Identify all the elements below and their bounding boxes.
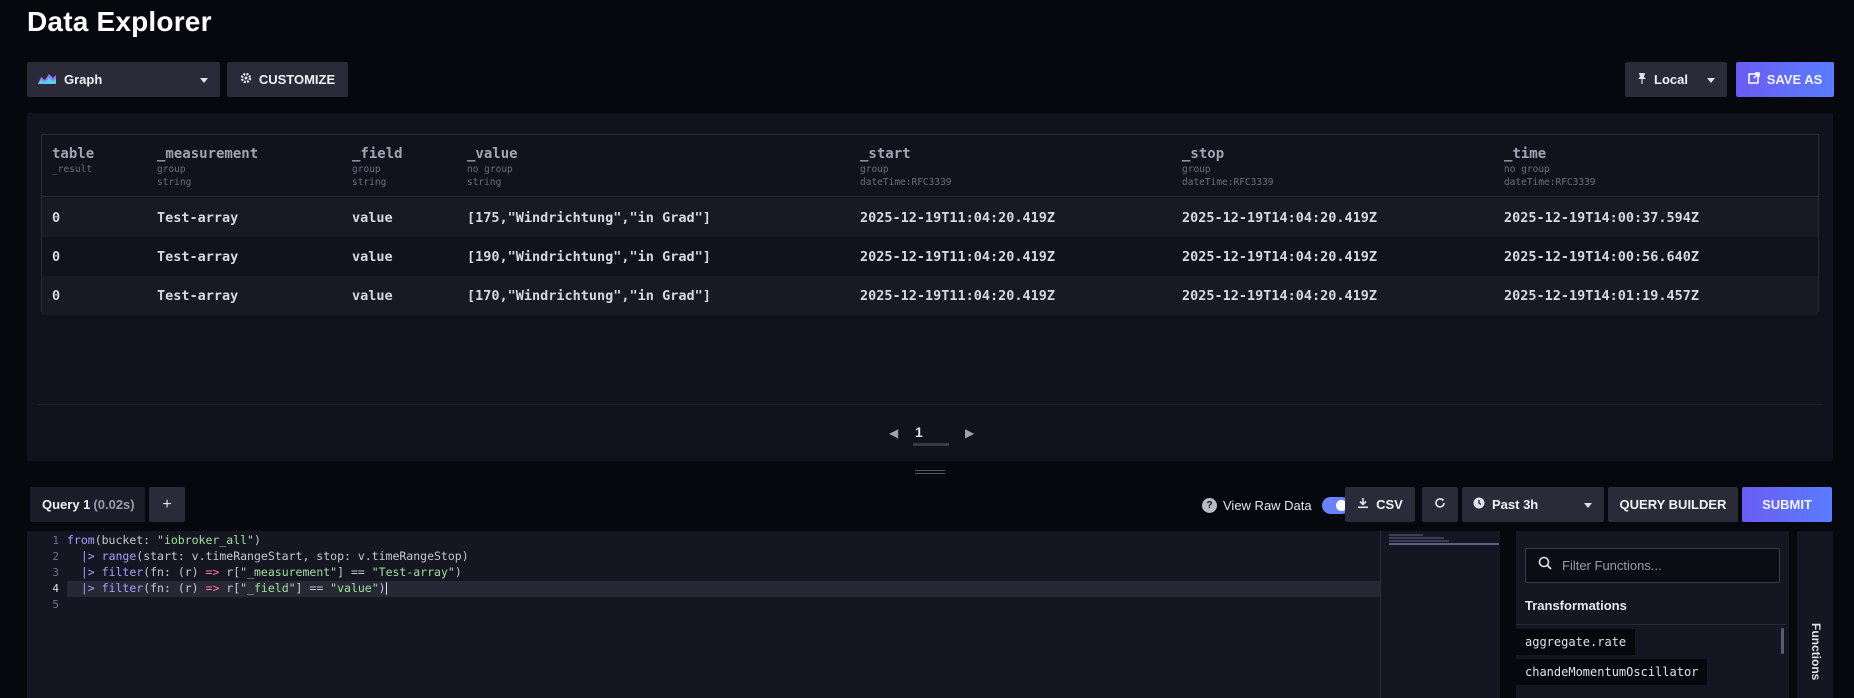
query-builder-label: QUERY BUILDER (1619, 497, 1727, 512)
table-row: 0 Test-array value [175,"Windrichtung","… (42, 198, 1818, 237)
functions-tab-label: Functions (1809, 623, 1823, 681)
table-cell: value (352, 288, 393, 304)
table-cell: Test-array (157, 210, 239, 226)
function-item[interactable]: chandeMomentumOscillator (1516, 659, 1708, 685)
table-cell: 2025-12-19T14:04:20.419Z (1182, 210, 1378, 226)
code-line: |> filter(fn: (r) => r["_field"] == "val… (80, 581, 387, 595)
column-header-time[interactable]: _time no group dateTime:RFC3339 (1504, 146, 1596, 188)
category-divider (1516, 624, 1786, 625)
results-panel: table _result _measurement group string … (27, 113, 1833, 461)
functions-scrollbar[interactable] (1781, 628, 1784, 654)
time-range-label: Past 3h (1492, 497, 1539, 512)
timezone-dropdown[interactable]: Local (1625, 62, 1727, 97)
save-as-label: SAVE AS (1766, 72, 1823, 87)
add-query-button[interactable]: + (149, 487, 185, 522)
prev-page-icon[interactable]: ◀ (889, 426, 898, 440)
functions-tab[interactable]: Functions (1797, 531, 1833, 698)
download-icon (1357, 497, 1369, 512)
gear-icon (240, 72, 252, 87)
functions-panel: Transformations aggregate.rate chandeMom… (1516, 531, 1789, 698)
line-number: 3 (52, 566, 59, 579)
function-item[interactable]: aggregate.rate (1516, 629, 1636, 655)
table-row: 0 Test-array value [190,"Windrichtung","… (42, 237, 1818, 276)
time-range-dropdown[interactable]: Past 3h (1462, 487, 1604, 522)
chevron-down-icon (1707, 77, 1715, 83)
submit-label: SUBMIT (1762, 497, 1812, 512)
function-search-input[interactable] (1562, 558, 1762, 573)
table-cell: value (352, 210, 393, 226)
query-builder-button[interactable]: QUERY BUILDER (1608, 487, 1738, 522)
table-header: table _result _measurement group string … (42, 135, 1818, 197)
table-cell: [190,"Windrichtung","in Grad"] (467, 249, 711, 265)
table-cell: 2025-12-19T11:04:20.419Z (860, 210, 1056, 226)
results-table: table _result _measurement group string … (41, 134, 1819, 315)
code-line: |> range(start: v.timeRangeStart, stop: … (80, 549, 469, 563)
csv-label: CSV (1376, 497, 1403, 512)
table-cell: 2025-12-19T11:04:20.419Z (860, 288, 1056, 304)
column-header-field[interactable]: _field group string (352, 146, 403, 188)
view-raw-data-label: View Raw Data (1223, 497, 1312, 513)
refresh-icon (1434, 497, 1446, 512)
current-page[interactable]: 1 (915, 424, 923, 440)
text-cursor (385, 582, 387, 595)
line-number: 4 (52, 582, 59, 595)
table-cell: Test-array (157, 288, 239, 304)
chevron-down-icon (1584, 502, 1592, 508)
query-duration: (0.02s) (93, 497, 135, 512)
query-tab[interactable]: Query 1 (0.02s) (30, 487, 145, 522)
line-number: 2 (52, 550, 59, 563)
table-cell: 0 (52, 210, 61, 226)
customize-label: CUSTOMIZE (258, 72, 336, 87)
column-header-table[interactable]: table _result (52, 146, 94, 175)
table-cell: Test-array (157, 249, 239, 265)
table-cell: 2025-12-19T11:04:20.419Z (860, 249, 1056, 265)
next-page-icon[interactable]: ▶ (965, 426, 974, 440)
code-minimap[interactable] (1380, 531, 1500, 698)
column-header-start[interactable]: _start group dateTime:RFC3339 (860, 146, 952, 188)
line-number: 5 (52, 598, 59, 611)
customize-button[interactable]: CUSTOMIZE (227, 62, 348, 97)
table-cell: 0 (52, 249, 61, 265)
clock-icon (1473, 497, 1485, 512)
table-cell: [170,"Windrichtung","in Grad"] (467, 288, 711, 304)
current-page-indicator (913, 443, 949, 446)
export-icon (1747, 72, 1760, 87)
function-category: Transformations (1525, 598, 1627, 613)
column-header-stop[interactable]: _stop group dateTime:RFC3339 (1182, 146, 1274, 188)
table-cell: 2025-12-19T14:04:20.419Z (1182, 249, 1378, 265)
table-cell: 2025-12-19T14:00:56.640Z (1504, 249, 1700, 265)
table-cell: 2025-12-19T14:04:20.419Z (1182, 288, 1378, 304)
table-row: 0 Test-array value [170,"Windrichtung","… (42, 276, 1818, 315)
table-cell: [175,"Windrichtung","in Grad"] (467, 210, 711, 226)
table-cell: value (352, 249, 393, 265)
resize-handle[interactable] (915, 470, 945, 476)
column-header-measurement[interactable]: _measurement group string (157, 146, 258, 188)
pagination-divider (37, 404, 1823, 405)
column-header-value[interactable]: _value no group string (467, 146, 518, 188)
function-search[interactable] (1525, 548, 1780, 583)
table-cell: 2025-12-19T14:01:19.457Z (1504, 288, 1700, 304)
view-raw-data[interactable]: ? View Raw Data (1202, 494, 1350, 516)
search-icon (1538, 556, 1552, 575)
graph-icon (37, 71, 57, 88)
refresh-button[interactable] (1422, 487, 1458, 522)
query-tab-label: Query 1 (42, 497, 91, 512)
line-number-gutter: 1 2 3 4 5 (27, 531, 67, 698)
help-icon[interactable]: ? (1202, 497, 1217, 513)
pin-icon (1637, 72, 1647, 87)
table-cell: 2025-12-19T14:00:37.594Z (1504, 210, 1700, 226)
line-number: 1 (52, 534, 59, 547)
view-type-label: Graph (64, 72, 103, 87)
code-line: |> filter(fn: (r) => r["_measurement"] =… (80, 565, 462, 579)
view-type-dropdown[interactable]: Graph (27, 62, 220, 97)
submit-button[interactable]: SUBMIT (1742, 487, 1832, 522)
timezone-label: Local (1654, 72, 1688, 87)
page-title: Data Explorer (27, 6, 212, 37)
code-line: from(bucket: "iobroker_all") (67, 533, 261, 547)
save-as-button[interactable]: SAVE AS (1736, 62, 1834, 97)
chevron-down-icon (200, 77, 208, 83)
table-cell: 0 (52, 288, 61, 304)
csv-button[interactable]: CSV (1345, 487, 1415, 522)
